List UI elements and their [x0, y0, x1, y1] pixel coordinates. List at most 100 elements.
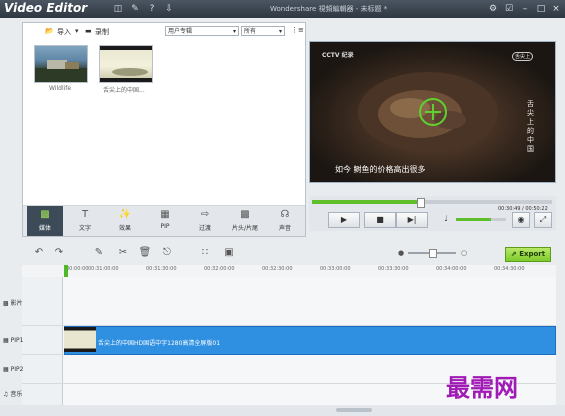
filter-select-value: 所有	[244, 28, 257, 35]
record-icon[interactable]: ▬	[85, 27, 92, 35]
ruler-tick: 00:33:00:00	[320, 266, 351, 272]
ruler-tick: 00:33:30:00	[378, 266, 409, 272]
scrollbar-thumb[interactable]	[336, 408, 372, 412]
zoom-handle[interactable]	[429, 249, 437, 258]
play-icon: ▶	[340, 215, 348, 224]
media-thumb-wildlife[interactable]	[34, 45, 88, 83]
ruler-tick: 00:32:30:00	[262, 266, 293, 272]
tab-audio[interactable]: ☊ 声音	[267, 206, 303, 236]
record-button[interactable]: 录制	[95, 27, 109, 37]
export-label: Export	[519, 250, 546, 258]
tab-label: 文字	[78, 225, 91, 232]
tab-text[interactable]: T 文字	[67, 206, 103, 236]
track-music: ♫ 音乐	[3, 389, 22, 398]
save-icon[interactable]: ◫	[112, 3, 124, 15]
ruler-tick: 00:34:00:00	[436, 266, 467, 272]
tab-label: 声音	[278, 225, 291, 232]
cart-icon[interactable]: ☑	[503, 3, 515, 15]
clip-thumbnail	[64, 327, 96, 352]
seek-handle[interactable]	[417, 198, 425, 208]
volume-level	[456, 218, 491, 221]
undo-icon[interactable]: ↶	[32, 246, 46, 260]
split-icon[interactable]: ∷	[198, 246, 212, 260]
zoom-out-icon[interactable]: ●	[398, 249, 404, 257]
stop-icon: ■	[376, 215, 384, 224]
minimize-icon[interactable]: –	[519, 3, 531, 15]
clip-label: 舌尖上的中国HD国语中字1280高清全屏版01	[98, 340, 221, 347]
tab-label: 片头/片尾	[231, 225, 259, 232]
film-icon: ▩	[40, 209, 50, 220]
playhead[interactable]	[64, 265, 68, 277]
close-icon[interactable]: ×	[550, 3, 562, 15]
maximize-icon[interactable]: □	[535, 3, 547, 15]
cut-icon[interactable]: ✂	[116, 246, 130, 260]
channel-logo: CCTV 纪录	[322, 52, 354, 59]
chevron-down-icon[interactable]: ▾	[75, 27, 79, 35]
track-pip2: ▦ PIP2	[3, 366, 23, 373]
mic-icon[interactable]: ⎋	[160, 246, 174, 260]
redo-icon[interactable]: ↷	[52, 246, 66, 260]
next-frame-button[interactable]: ▶|	[396, 212, 428, 228]
volume-icon[interactable]: ♩	[444, 214, 448, 223]
pip-icon: ▦	[3, 366, 9, 373]
watermark: 最需网	[446, 373, 518, 402]
app-logo: Video Editor	[4, 1, 88, 15]
export-button[interactable]: ⇗ Export	[505, 247, 551, 262]
list-view-icon[interactable]: ⋮≡	[291, 26, 304, 34]
magic-wand-icon: ✨	[118, 209, 132, 220]
track-label: PIP1	[10, 337, 24, 344]
collection-select[interactable]: 用户专辑 ▾	[165, 26, 239, 36]
pip-icon: ▦	[160, 209, 170, 220]
film-icon: ▩	[3, 300, 9, 307]
music-icon: ♫	[3, 391, 9, 398]
tab-intro-outro[interactable]: ▩ 片头/片尾	[227, 206, 263, 236]
settings-icon[interactable]: ⚙	[487, 3, 499, 15]
tab-label: 媒体	[38, 225, 51, 232]
import-button[interactable]: 导入	[57, 27, 71, 37]
download-icon[interactable]: ⇩	[163, 3, 175, 15]
time-badge: 舌尖上	[512, 52, 534, 61]
snapshot-button[interactable]: ◉	[512, 212, 530, 228]
tab-effects[interactable]: ✨ 效果	[107, 206, 143, 236]
track-label: PIP2	[10, 366, 24, 373]
tab-pip[interactable]: ▦ PIP	[147, 206, 183, 236]
media-thumb-china[interactable]	[99, 45, 153, 83]
play-button[interactable]: ▶	[328, 212, 360, 228]
preview-subtitle: 如今 鲥鱼的价格高出很多	[335, 165, 426, 174]
transition-icon: ⇨	[200, 209, 210, 220]
chat-icon[interactable]: ✎	[129, 3, 141, 15]
pip-icon: ▦	[3, 337, 9, 344]
ruler-tick: 00:31:30:00	[146, 266, 177, 272]
wildlife-thumb-image	[35, 60, 87, 82]
folder-icon[interactable]: 📂	[45, 27, 54, 35]
delete-icon[interactable]: 🗑	[138, 246, 152, 260]
next-frame-icon: ▶|	[407, 215, 417, 224]
fullscreen-button[interactable]: ⤢	[534, 212, 552, 228]
stop-button[interactable]: ■	[364, 212, 396, 228]
fit-icon[interactable]: ▣	[222, 246, 236, 260]
ruler-tick: 00:00:00	[66, 266, 89, 272]
text-icon: T	[81, 209, 89, 220]
ruler-tick: 00:32:00:00	[204, 266, 235, 272]
media-toolbar: 📂 导入 ▾ ▬ 录制 用户专辑 ▾ 所有 ▾ ⋮≡	[23, 23, 305, 39]
track-pip1: ▦ PIP1	[3, 337, 23, 344]
zoom-in-icon[interactable]: ○	[461, 249, 467, 257]
headphones-icon: ☊	[280, 209, 290, 220]
ruler-tick: 00:34:30:00	[494, 266, 525, 272]
tab-label: 过渡	[198, 225, 211, 232]
library-tabs: ▩ 媒体 T 文字 ✨ 效果 ▦ PIP ⇨ 过渡 ▩ 片头/片尾 ☊ 声音	[22, 205, 306, 237]
tab-transition[interactable]: ⇨ 过渡	[187, 206, 223, 236]
intro-icon: ▩	[240, 209, 250, 220]
fullscreen-icon: ⤢	[539, 215, 547, 224]
help-icon[interactable]: ?	[146, 3, 158, 15]
tab-label: 效果	[118, 225, 131, 232]
preview-crop-frame[interactable]	[309, 41, 556, 183]
ruler-tick: 00:31:00:00	[88, 266, 119, 272]
filter-select[interactable]: 所有 ▾	[241, 26, 285, 36]
edit-icon[interactable]: ✎	[92, 246, 106, 260]
tab-label: PIP	[160, 223, 170, 230]
track-label: 影片	[10, 300, 23, 307]
timeline-scrollbar[interactable]	[0, 405, 565, 416]
tab-media[interactable]: ▩ 媒体	[27, 206, 63, 236]
preview-side-text: 舌尖上的中国	[527, 100, 534, 153]
